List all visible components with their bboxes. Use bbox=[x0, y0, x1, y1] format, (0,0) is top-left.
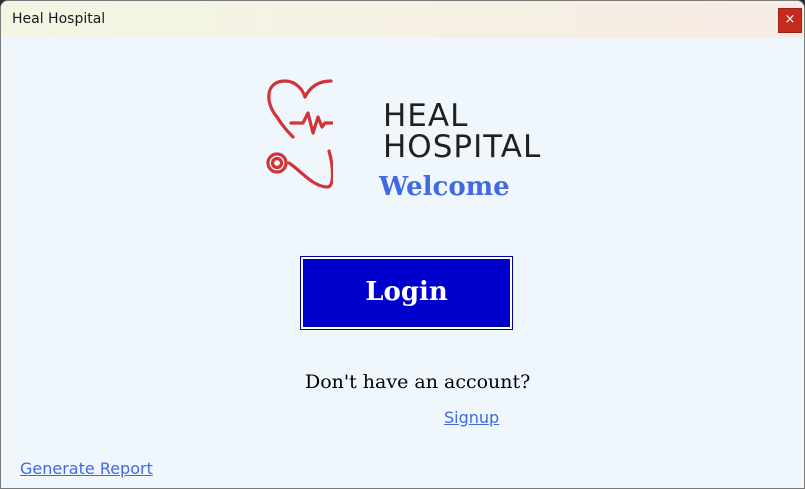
logo-wordmark: HEAL HOSPITAL bbox=[383, 101, 541, 163]
welcome-heading: Welcome bbox=[379, 172, 510, 202]
window-title: Heal Hospital bbox=[12, 11, 106, 27]
logo-line-heal: HEAL bbox=[383, 98, 469, 134]
heart-stethoscope-icon bbox=[266, 79, 333, 189]
close-button[interactable]: × bbox=[778, 8, 802, 33]
close-icon: × bbox=[784, 12, 796, 27]
logo-line-hospital: HOSPITAL bbox=[383, 129, 542, 165]
login-button-label: Login bbox=[303, 259, 510, 327]
signup-link[interactable]: Signup bbox=[444, 408, 499, 427]
app-window: Heal Hospital × HEAL HOSPITAL Welcome Lo… bbox=[0, 0, 805, 489]
no-account-text: Don't have an account? bbox=[305, 371, 531, 393]
title-bar[interactable]: Heal Hospital × bbox=[1, 1, 804, 38]
login-button[interactable]: Login bbox=[300, 256, 513, 330]
generate-report-link[interactable]: Generate Report bbox=[20, 459, 153, 478]
